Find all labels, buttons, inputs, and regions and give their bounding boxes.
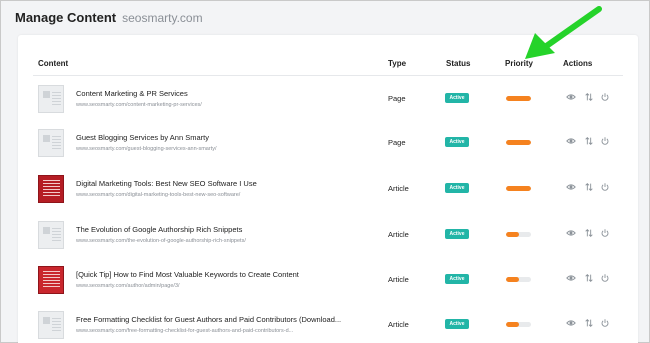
sort-arrows-icon[interactable] <box>584 182 594 192</box>
book-cover-image <box>38 175 64 203</box>
power-icon[interactable] <box>600 182 610 192</box>
sort-arrows-icon[interactable] <box>584 92 594 102</box>
content-type: Page <box>388 138 406 147</box>
eye-icon[interactable] <box>566 273 576 283</box>
status-badge: Active <box>445 274 469 284</box>
eye-icon[interactable] <box>566 92 576 102</box>
content-url: www.seosmarty.com/guest-blogging-service… <box>76 146 217 152</box>
priority-bar[interactable] <box>506 322 531 327</box>
book-cover-image <box>38 266 64 294</box>
priority-bar[interactable] <box>506 277 531 282</box>
power-icon[interactable] <box>600 318 610 328</box>
content-type: Article <box>388 184 409 193</box>
eye-icon[interactable] <box>566 182 576 192</box>
power-icon[interactable] <box>600 92 610 102</box>
sort-arrows-icon[interactable] <box>584 273 594 283</box>
page-header: Manage Content seosmarty.com <box>15 10 203 25</box>
status-badge: Active <box>445 319 469 329</box>
content-title-link[interactable]: Digital Marketing Tools: Best New SEO So… <box>76 179 257 188</box>
priority-bar[interactable] <box>506 232 531 237</box>
content-url: www.seosmarty.com/content-marketing-pr-s… <box>76 102 202 108</box>
content-title-link[interactable]: Content Marketing & PR Services <box>76 89 188 98</box>
table-row[interactable]: Free Formatting Checklist for Guest Auth… <box>33 304 623 343</box>
priority-bar-fill <box>506 322 519 327</box>
eye-icon[interactable] <box>566 228 576 238</box>
status-badge: Active <box>445 137 469 147</box>
page-title: Manage Content <box>15 10 117 25</box>
priority-bar-fill <box>506 96 531 101</box>
sort-arrows-icon[interactable] <box>584 228 594 238</box>
content-title-link[interactable]: The Evolution of Google Authorship Rich … <box>76 225 242 234</box>
content-title-link[interactable]: [Quick Tip] How to Find Most Valuable Ke… <box>76 270 299 279</box>
priority-bar[interactable] <box>506 186 531 191</box>
content-type: Article <box>388 320 409 329</box>
priority-bar-fill <box>506 277 519 282</box>
priority-bar[interactable] <box>506 96 531 101</box>
content-type: Article <box>388 275 409 284</box>
priority-bar[interactable] <box>506 140 531 145</box>
content-table-card: Content Type Status Priority Actions Con… <box>18 35 638 343</box>
table-row[interactable]: Digital Marketing Tools: Best New SEO So… <box>33 168 623 213</box>
power-icon[interactable] <box>600 136 610 146</box>
priority-bar-fill <box>506 232 519 237</box>
status-badge: Active <box>445 229 469 239</box>
column-header-status[interactable]: Status <box>446 59 470 68</box>
content-title-link[interactable]: Guest Blogging Services by Ann Smarty <box>76 133 209 142</box>
priority-bar-fill <box>506 140 531 145</box>
content-type: Page <box>388 94 406 103</box>
power-icon[interactable] <box>600 228 610 238</box>
document-placeholder-icon <box>38 85 64 113</box>
content-type: Article <box>388 230 409 239</box>
site-domain: seosmarty.com <box>122 11 203 25</box>
annotation-arrow-icon <box>525 6 602 59</box>
power-icon[interactable] <box>600 273 610 283</box>
eye-icon[interactable] <box>566 136 576 146</box>
table-row[interactable]: Content Marketing & PR Services www.seos… <box>33 78 623 123</box>
content-url: www.seosmarty.com/free-formatting-checkl… <box>76 328 294 334</box>
sort-arrows-icon[interactable] <box>584 136 594 146</box>
document-placeholder-icon <box>38 221 64 249</box>
content-url: www.seosmarty.com/author/admin/page/3/ <box>76 283 180 289</box>
priority-bar-fill <box>506 186 531 191</box>
sort-arrows-icon[interactable] <box>584 318 594 328</box>
column-header-type[interactable]: Type <box>388 59 406 68</box>
table-row[interactable]: [Quick Tip] How to Find Most Valuable Ke… <box>33 259 623 304</box>
table-row[interactable]: The Evolution of Google Authorship Rich … <box>33 214 623 259</box>
status-badge: Active <box>445 183 469 193</box>
eye-icon[interactable] <box>566 318 576 328</box>
status-badge: Active <box>445 93 469 103</box>
content-url: www.seosmarty.com/digital-marketing-tool… <box>76 192 241 198</box>
table-row[interactable]: Guest Blogging Services by Ann Smarty ww… <box>33 122 623 167</box>
content-url: www.seosmarty.com/the-evolution-of-googl… <box>76 238 246 244</box>
document-placeholder-icon <box>38 129 64 157</box>
content-title-link[interactable]: Free Formatting Checklist for Guest Auth… <box>76 315 341 324</box>
document-placeholder-icon <box>38 311 64 339</box>
column-header-content[interactable]: Content <box>38 59 68 68</box>
